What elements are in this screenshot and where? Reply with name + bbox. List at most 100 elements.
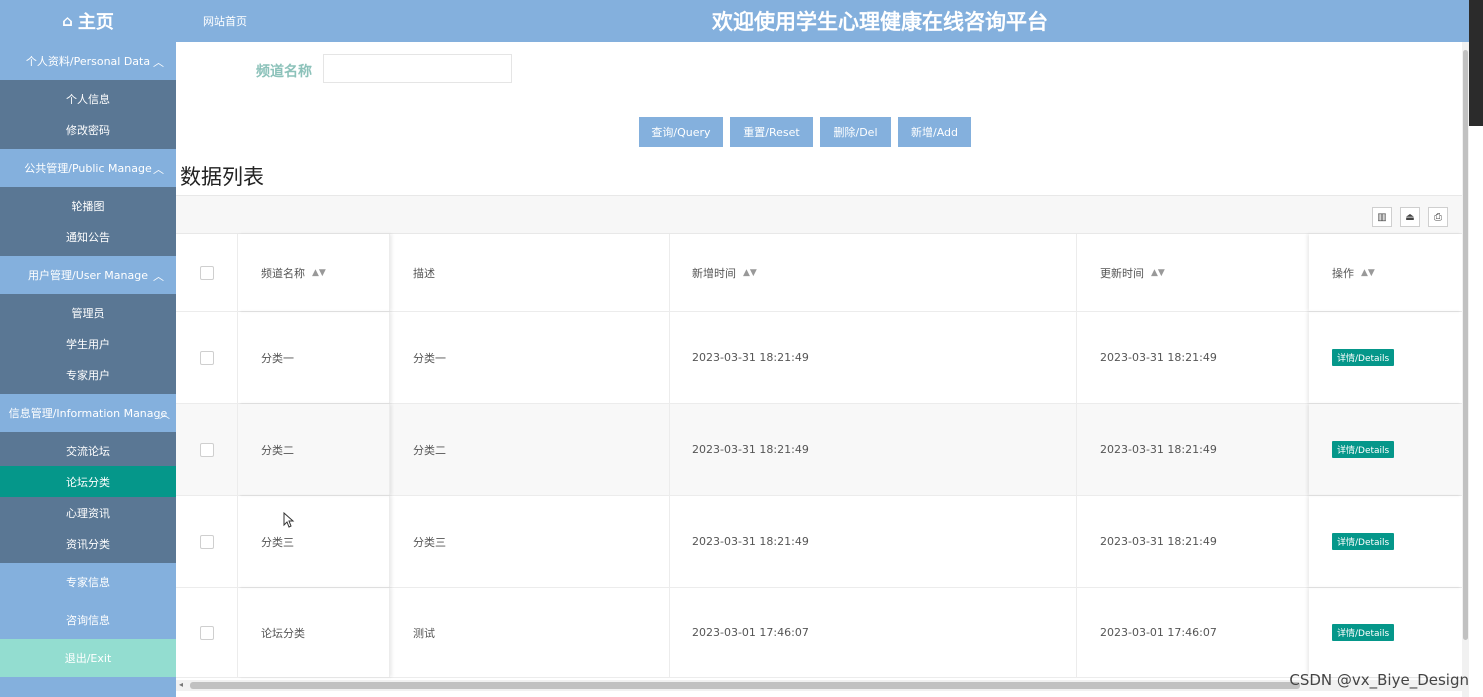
- cell-name: 论坛分类: [238, 588, 390, 677]
- sidebar-item-psych-news[interactable]: 心理资讯: [0, 497, 176, 528]
- column-header-actions[interactable]: 操作 ▲▼: [1309, 234, 1462, 311]
- chevron-up-icon: ︿: [153, 163, 164, 176]
- scrollbar-thumb[interactable]: [190, 682, 1300, 689]
- chevron-up-icon: ︿: [153, 270, 164, 283]
- cell-actions: 详情/Details: [1309, 312, 1462, 403]
- row-checkbox[interactable]: [199, 350, 214, 365]
- select-all-cell: [176, 234, 238, 311]
- cell-name: 分类二: [238, 404, 390, 495]
- home-label: 主页: [77, 12, 114, 33]
- sidebar-item-news-category[interactable]: 资讯分类: [0, 528, 176, 559]
- table-row: 论坛分类 测试 2023-03-01 17:46:07 2023-03-01 1…: [176, 588, 1462, 678]
- row-checkbox[interactable]: [199, 534, 214, 549]
- cell-name: 分类一: [238, 312, 390, 403]
- sort-icon: ▲▼: [1361, 267, 1375, 278]
- cell-created: 2023-03-31 18:21:49: [670, 496, 1077, 587]
- cell-actions: 详情/Details: [1309, 404, 1462, 495]
- sidebar-group-items: 个人信息 修改密码: [0, 80, 176, 149]
- table-row: 分类二 分类二 2023-03-31 18:21:49 2023-03-31 1…: [176, 404, 1462, 496]
- home-icon: ⌂: [62, 12, 73, 30]
- sidebar-group-personal[interactable]: 个人资料/Personal Data ︿: [0, 42, 176, 80]
- sort-icon: ▲▼: [312, 267, 326, 278]
- columns-icon[interactable]: ▥: [1372, 207, 1392, 227]
- sidebar-item-expert-users[interactable]: 专家用户: [0, 359, 176, 390]
- cell-desc: 测试: [390, 588, 670, 677]
- cell-updated: 2023-03-31 18:21:49: [1100, 443, 1217, 456]
- column-header-name[interactable]: 频道名称 ▲▼: [238, 234, 390, 311]
- window-edge-dark: [1469, 0, 1483, 126]
- row-select-cell: [176, 496, 238, 587]
- reset-button[interactable]: 重置/Reset: [730, 117, 813, 147]
- column-header-updated[interactable]: 更新时间 ▲▼: [1077, 234, 1309, 311]
- table-row: 分类一 分类一 2023-03-31 18:21:49 2023-03-31 1…: [176, 312, 1462, 404]
- sidebar-group-information[interactable]: 信息管理/Information Manage ︿: [0, 394, 176, 432]
- add-button[interactable]: 新增/Add: [898, 117, 971, 147]
- mouse-cursor-icon: [283, 512, 295, 528]
- sidebar-item-carousel[interactable]: 轮播图: [0, 190, 176, 221]
- column-header-label: 操作: [1332, 266, 1354, 280]
- site-title: 欢迎使用学生心理健康在线咨询平台: [712, 10, 1048, 34]
- sidebar-group-items: 管理员 学生用户 专家用户: [0, 294, 176, 394]
- sidebar-group-users[interactable]: 用户管理/User Manage ︿: [0, 256, 176, 294]
- chevron-up-icon: ︿: [159, 408, 170, 421]
- column-header-created[interactable]: 新增时间 ▲▼: [670, 234, 1077, 311]
- sidebar-item-personal-info[interactable]: 个人信息: [0, 83, 176, 114]
- site-home-link[interactable]: 网站首页: [203, 13, 247, 29]
- sidebar-group-label: 公共管理/Public Manage: [24, 162, 152, 175]
- sidebar-item-change-password[interactable]: 修改密码: [0, 114, 176, 145]
- cell-name: 分类三: [238, 496, 390, 587]
- cell-updated: 2023-03-01 17:46:07: [1100, 626, 1217, 639]
- export-icon[interactable]: ⏏: [1400, 207, 1420, 227]
- table-toolbar: ▥ ⏏ ⎙: [176, 195, 1462, 234]
- cell-desc: 分类二: [390, 404, 670, 495]
- query-button[interactable]: 查询/Query: [639, 117, 723, 147]
- select-all-checkbox[interactable]: [199, 265, 214, 280]
- sidebar-item-forum[interactable]: 交流论坛: [0, 435, 176, 466]
- window-edge: [1469, 0, 1483, 697]
- sidebar-group-items: 交流论坛 论坛分类 心理资讯 资讯分类: [0, 432, 176, 563]
- watermark: CSDN @vx_Biye_Design: [1289, 671, 1469, 689]
- sidebar-item-consult-info[interactable]: 咨询信息: [0, 601, 176, 639]
- sidebar-item-expert-info[interactable]: 专家信息: [0, 563, 176, 601]
- cell-actions: 详情/Details: [1309, 588, 1462, 677]
- details-button[interactable]: 详情/Details: [1332, 533, 1395, 550]
- sidebar-item-admin[interactable]: 管理员: [0, 297, 176, 328]
- row-checkbox[interactable]: [199, 625, 214, 640]
- sidebar-group-label: 用户管理/User Manage: [28, 269, 148, 282]
- row-select-cell: [176, 312, 238, 403]
- details-button[interactable]: 详情/Details: [1332, 349, 1395, 366]
- table-row: 分类三 分类三 2023-03-31 18:21:49 2023-03-31 1…: [176, 496, 1462, 588]
- table-header-row: 频道名称 ▲▼ 描述 新增时间 ▲▼ 更新时间 ▲▼ 操作 ▲▼: [176, 234, 1462, 312]
- delete-button[interactable]: 删除/Del: [820, 117, 891, 147]
- row-checkbox[interactable]: [199, 442, 214, 457]
- sidebar: 个人资料/Personal Data ︿ 个人信息 修改密码 公共管理/Publ…: [0, 42, 176, 697]
- details-button[interactable]: 详情/Details: [1332, 624, 1395, 641]
- row-select-cell: [176, 404, 238, 495]
- column-header-label: 新增时间: [692, 266, 736, 280]
- details-button[interactable]: 详情/Details: [1332, 441, 1395, 458]
- top-header: ⌂ 主页 网站首页 欢迎使用学生心理健康在线咨询平台: [0, 0, 1469, 42]
- cell-created: 2023-03-31 18:21:49: [670, 312, 1077, 403]
- cell-updated: 2023-03-31 18:21:49: [1100, 535, 1217, 548]
- scrollbar-thumb[interactable]: [1463, 50, 1468, 640]
- channel-name-input[interactable]: [323, 54, 512, 83]
- sort-icon: ▲▼: [1151, 267, 1165, 278]
- horizontal-scrollbar[interactable]: ◂: [176, 680, 1462, 691]
- vertical-scrollbar[interactable]: [1462, 42, 1469, 697]
- cell-desc: 分类一: [390, 312, 670, 403]
- sidebar-item-student-users[interactable]: 学生用户: [0, 328, 176, 359]
- column-header-label: 频道名称: [261, 266, 305, 280]
- column-header-desc: 描述: [390, 234, 670, 311]
- sidebar-group-label: 个人资料/Personal Data: [25, 55, 151, 68]
- page: ⌂ 主页 网站首页 欢迎使用学生心理健康在线咨询平台 个人资料/Personal…: [0, 0, 1483, 697]
- sidebar-group-label: 信息管理/Information Manage: [8, 407, 168, 420]
- sidebar-item-exit[interactable]: 退出/Exit: [0, 639, 176, 677]
- cell-created: 2023-03-31 18:21:49: [670, 404, 1077, 495]
- sidebar-group-public[interactable]: 公共管理/Public Manage ︿: [0, 149, 176, 187]
- sidebar-item-notice[interactable]: 通知公告: [0, 221, 176, 252]
- home-button[interactable]: ⌂ 主页: [0, 0, 176, 42]
- scroll-left-icon[interactable]: ◂: [179, 680, 183, 689]
- sort-icon: ▲▼: [743, 267, 757, 278]
- print-icon[interactable]: ⎙: [1428, 207, 1448, 227]
- sidebar-item-forum-category[interactable]: 论坛分类: [0, 466, 176, 497]
